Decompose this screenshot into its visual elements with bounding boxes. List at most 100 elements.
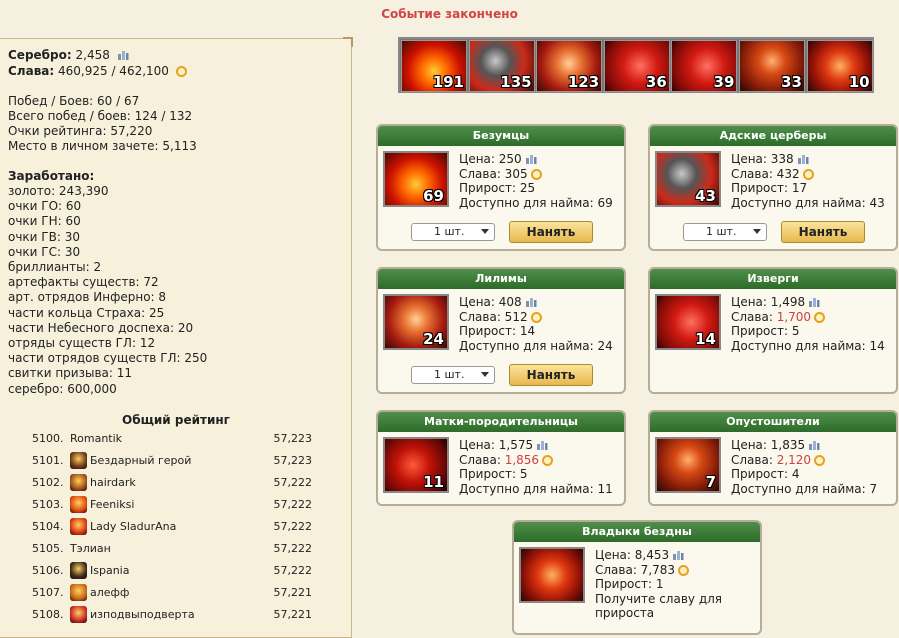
card-info: Цена: 408 Слава: 512 Прирост: 14 Доступн…: [459, 295, 613, 353]
quantity-value: 1 шт.: [434, 368, 465, 381]
rank-points: 57,223: [273, 454, 313, 467]
player-name-link[interactable]: hairdark: [90, 476, 136, 489]
glory-text: Слава: 512: [459, 309, 528, 324]
rank-position: 5104.: [32, 520, 64, 533]
silver-icon: [117, 51, 129, 60]
lilim-icon: 123: [536, 40, 603, 92]
player-avatar: [70, 474, 87, 491]
ranking-row: 5106. Ispania 57,222: [32, 561, 312, 581]
player-name-link[interactable]: Тэлиан: [70, 542, 111, 555]
hire-button[interactable]: Нанять: [781, 221, 865, 243]
player-avatar: [70, 518, 87, 535]
rating-points-stat: Очки рейтинга: 57,220: [8, 124, 153, 138]
glory-value-insufficient: 1,856: [504, 452, 540, 467]
earned-item: свитки призыва: 11: [8, 366, 132, 381]
growth-text: Прирост: 4: [731, 467, 800, 481]
silver-icon: [673, 551, 684, 560]
quantity-select[interactable]: 1 шт.: [411, 223, 495, 241]
price-text: Цена: 1,835: [731, 438, 806, 452]
quantity-value: 1 шт.: [706, 225, 737, 238]
glory-value-insufficient: 1,700: [776, 309, 812, 324]
available-text: Доступно для найма: 11: [459, 481, 613, 496]
card-info: Цена: 1,575 Слава: 1,856 Прирост: 5 Дост…: [459, 438, 613, 496]
quantity-select[interactable]: 1 шт.: [411, 366, 495, 384]
rank-points: 57,222: [273, 542, 313, 555]
card-info: Цена: 250 Слава: 305 Прирост: 25 Доступн…: [459, 152, 613, 210]
player-name-link[interactable]: Ispania: [90, 564, 129, 577]
unit-count: 36: [645, 73, 667, 91]
price-text: Цена: 408: [459, 295, 522, 309]
hire-button[interactable]: Нанять: [509, 221, 593, 243]
player-name-link[interactable]: Lady SladurAna: [90, 520, 176, 533]
ravager-icon: 33: [739, 40, 805, 92]
lord-icon: 10: [806, 40, 873, 92]
event-stats-panel: Серебро: 2,458 Слава: 460,925 / 462,100 …: [0, 37, 353, 638]
fiend-icon: 39: [671, 40, 738, 92]
player-name-link[interactable]: Бездарный герой: [90, 454, 191, 467]
unit-count: 39: [713, 73, 735, 91]
card-title: Адские церберы: [650, 126, 896, 146]
fire-icon: 191: [401, 40, 467, 92]
silver-stat: Серебро: 2,458: [8, 48, 129, 63]
card-info: Цена: 1,835 Слава: 2,120 Прирост: 4 Дост…: [731, 438, 877, 496]
earned-item: золото: 243,390: [8, 184, 109, 198]
rank-points: 57,222: [273, 476, 313, 489]
player-name-link[interactable]: алефф: [90, 586, 129, 599]
player-name-link[interactable]: Romantik: [70, 432, 122, 445]
price-line: Цена: 408: [459, 295, 613, 310]
available-text: Доступно для найма: 7: [731, 481, 878, 496]
creature-count: 24: [423, 330, 444, 348]
available-text: Доступно для найма: 69: [459, 195, 613, 210]
ranking-row: 5102. hairdark 57,222: [32, 473, 312, 493]
glory-text: Слава: 7,783: [595, 562, 676, 577]
unit-count: 191: [432, 73, 464, 91]
creature-count: 69: [423, 187, 444, 205]
wins-stat: Побед / Боев: 60 / 67: [8, 94, 140, 108]
hire-button[interactable]: Нанять: [509, 364, 593, 386]
price-text: Цена: 1,575: [459, 438, 534, 452]
available-text: Доступно для найма: 43: [731, 195, 885, 210]
unit-count: 33: [781, 73, 802, 91]
player-name-link[interactable]: изподвыподверта: [90, 608, 195, 621]
creature-count: 11: [423, 473, 444, 491]
creature-portrait: 7: [655, 437, 721, 493]
price-line: Цена: 1,498: [731, 295, 885, 310]
glory-icon: [530, 311, 542, 323]
silver-icon: [809, 298, 820, 307]
glory-icon: [175, 66, 187, 77]
total-wins-stat: Всего побед / боев: 124 / 132: [8, 109, 193, 123]
player-name-link[interactable]: Feeniksi: [90, 498, 134, 511]
hound-icon: 135: [468, 40, 535, 92]
quantity-select[interactable]: 1 шт.: [683, 223, 767, 241]
creature-count: 7: [705, 473, 716, 491]
player-avatar: [70, 562, 87, 579]
earned-item: артефакты существ: 72: [8, 275, 159, 290]
earned-item: арт. отрядов Инферно: 8: [8, 290, 167, 305]
growth-text: Прирост: 14: [459, 324, 536, 338]
available-text: Доступно для найма: 24: [459, 338, 613, 353]
glory-text: Слава: 305: [459, 166, 528, 181]
glory-value: 460,925 / 462,100: [58, 64, 169, 78]
available-text: Доступно для найма: 14: [731, 338, 885, 353]
glory-line: Слава: 512: [459, 310, 613, 325]
rank-points: 57,223: [273, 432, 313, 445]
glory-stat: Слава: 460,925 / 462,100: [8, 64, 187, 79]
earned-item: серебро: 600,000: [8, 381, 117, 396]
personal-place-stat: Место в личном зачете: 5,113: [8, 139, 197, 153]
ranking-row: 5108. изподвыподверта 57,221: [32, 605, 312, 625]
glory-line: Слава: 1,700: [731, 310, 885, 325]
glory-icon: [814, 311, 826, 323]
creature-count: 43: [695, 187, 716, 205]
rank-position: 5100.: [32, 432, 64, 445]
player-avatar: [70, 584, 87, 601]
glory-icon: [678, 564, 690, 576]
creature-portrait: 43: [655, 151, 721, 207]
card-bezumcy: Безумцы 69 Цена: 250 Слава: 305 Прирост:…: [376, 124, 626, 251]
rank-position: 5102.: [32, 476, 64, 489]
panel-corner-decoration: [343, 37, 353, 47]
earned-heading: Заработано:: [8, 169, 95, 183]
earned-item: бриллианты: 2: [8, 260, 102, 274]
quantity-value: 1 шт.: [434, 225, 465, 238]
creature-portrait: 11: [383, 437, 449, 493]
creature-portrait: 69: [383, 151, 449, 207]
